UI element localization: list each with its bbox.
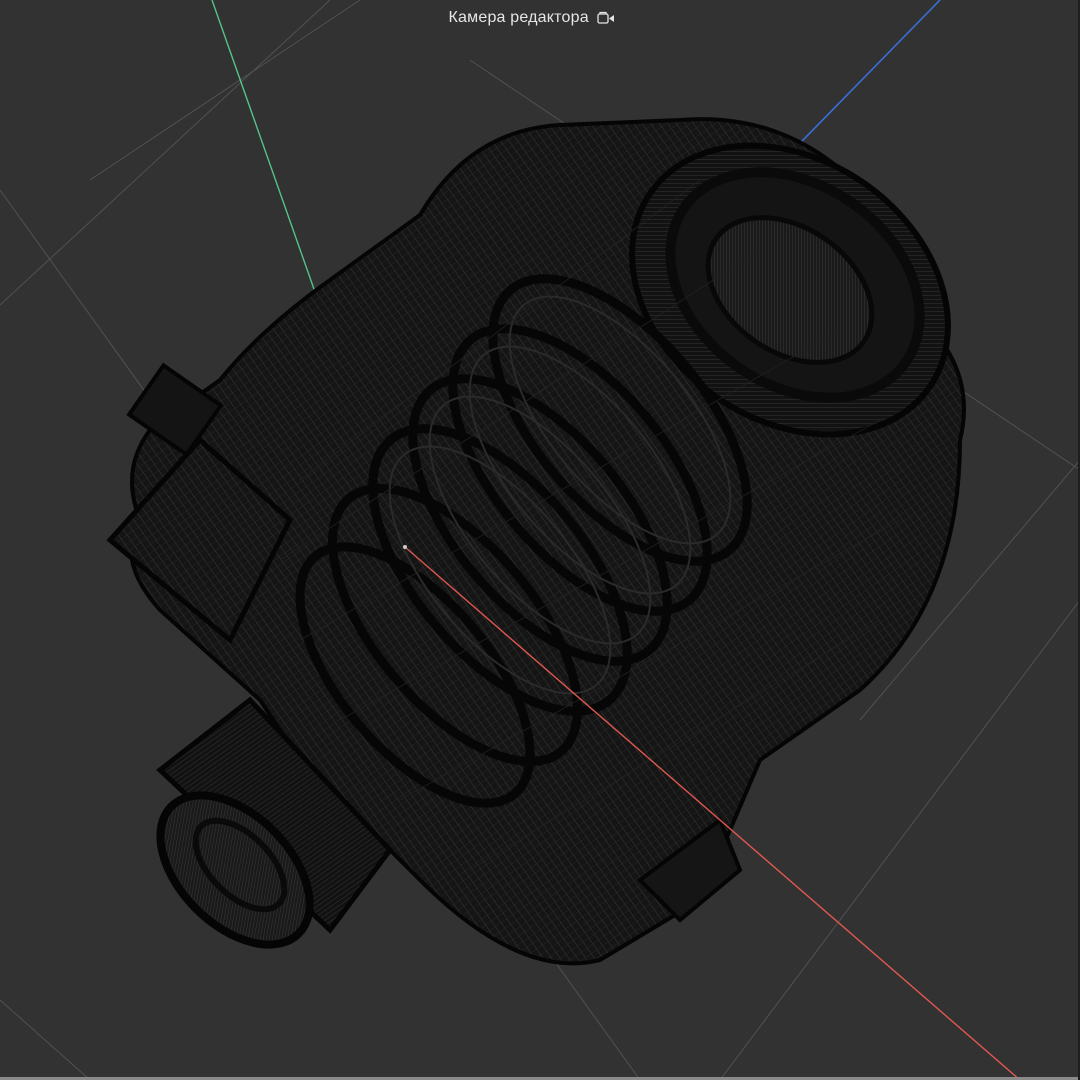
camera-label-text: Камера редактора: [448, 9, 589, 26]
editor-viewport[interactable]: Камера редактора: [0, 0, 1080, 1080]
world-origin: [403, 545, 407, 549]
camera-label[interactable]: Камера редактора: [0, 9, 1064, 30]
viewport-canvas[interactable]: [0, 0, 1080, 1080]
camera-lock-icon[interactable]: [597, 11, 615, 30]
wireframe-model[interactable]: [106, 86, 1004, 973]
